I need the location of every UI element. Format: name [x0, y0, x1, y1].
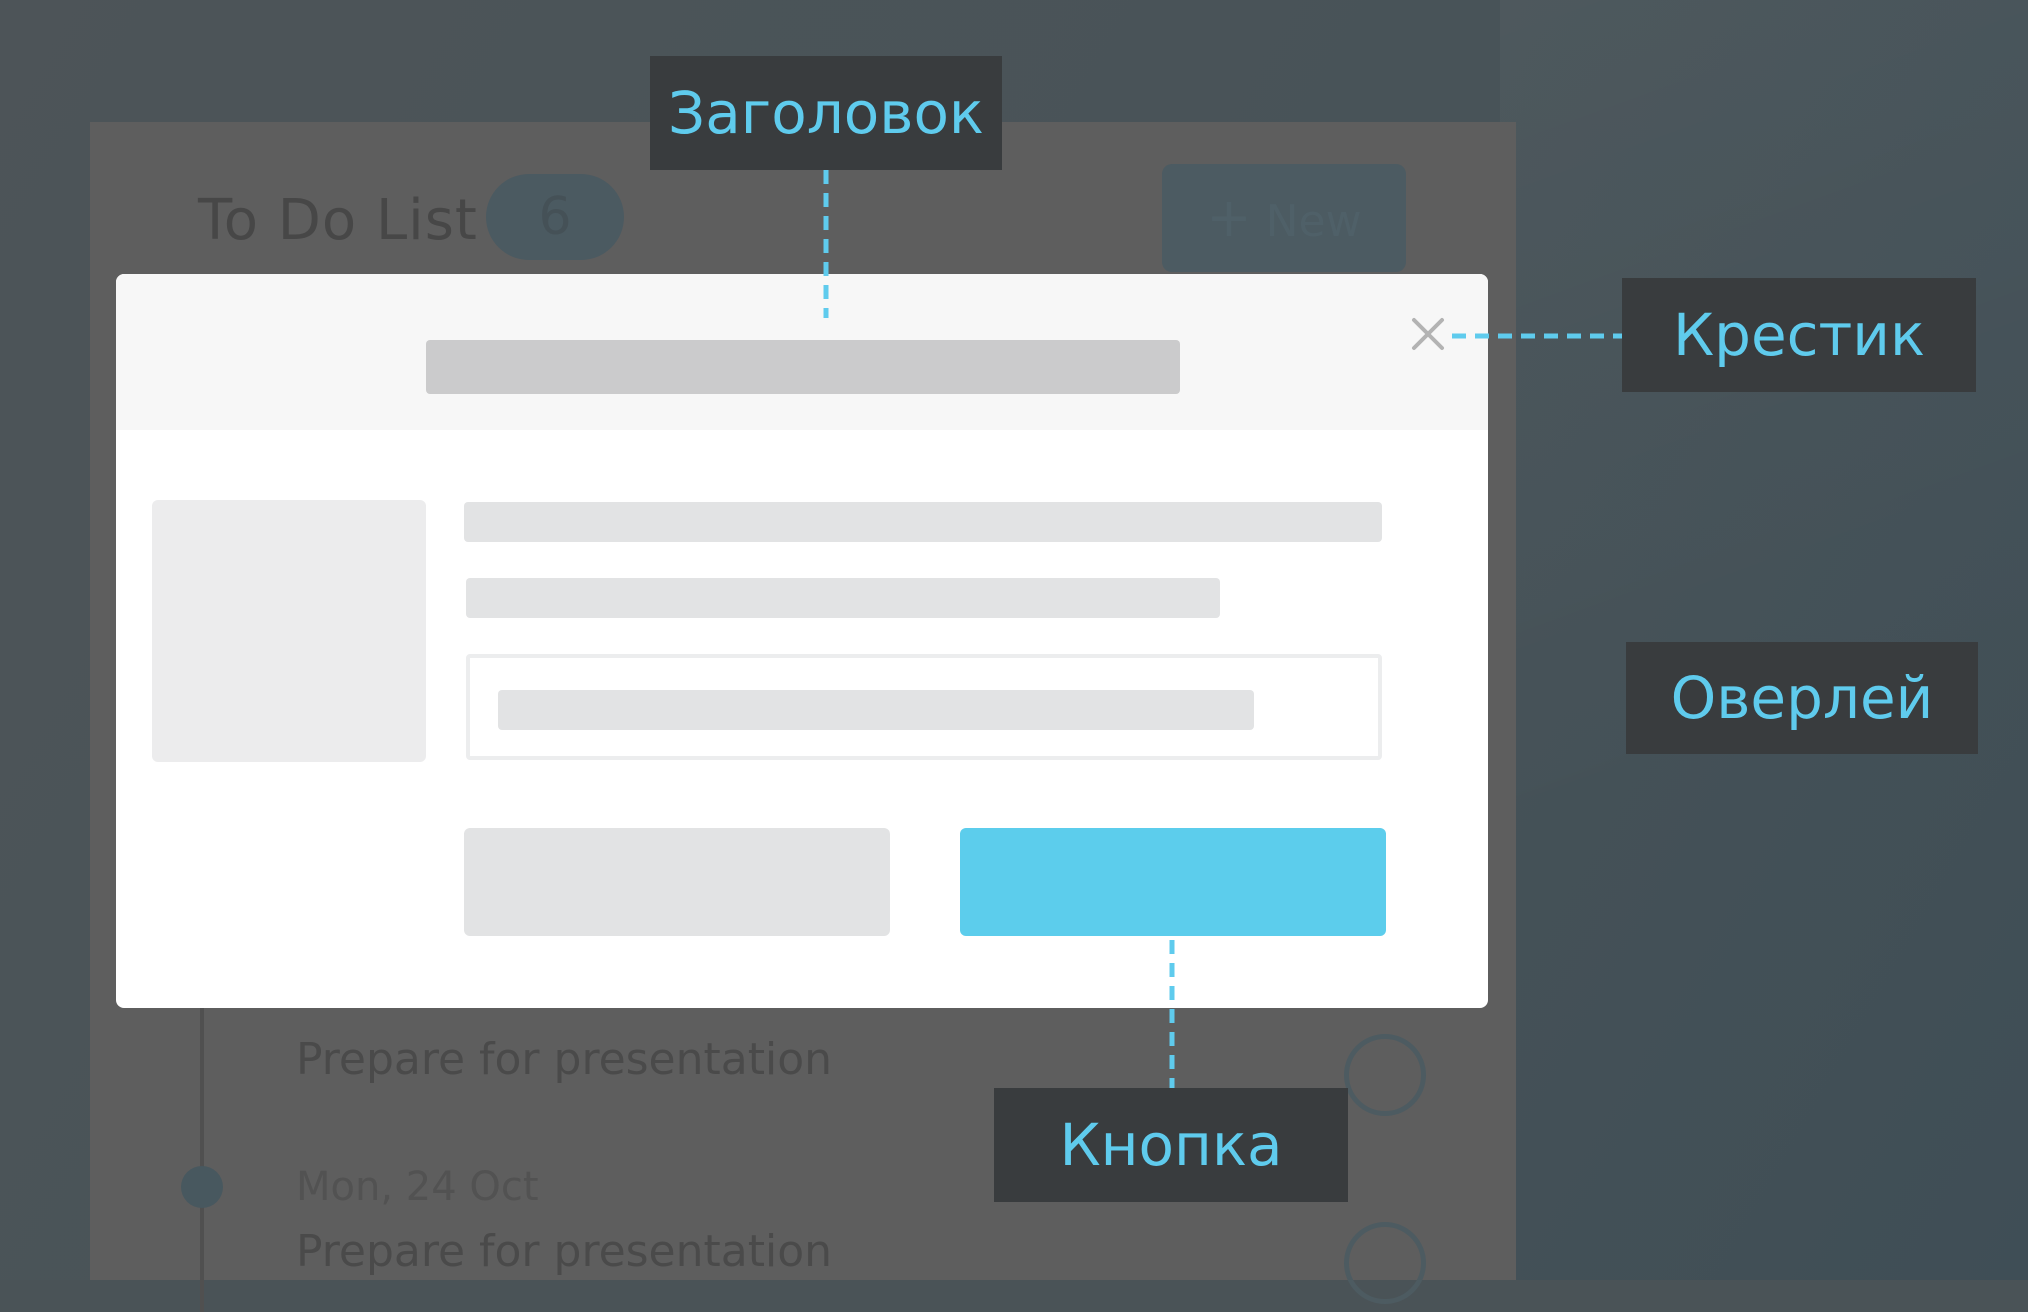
callout-header: Заголовок [650, 56, 1002, 170]
callout-button: Кнопка [994, 1088, 1348, 1202]
callout-close: Крестик [1622, 278, 1976, 392]
callout-overlay: Оверлей [1626, 642, 1978, 754]
